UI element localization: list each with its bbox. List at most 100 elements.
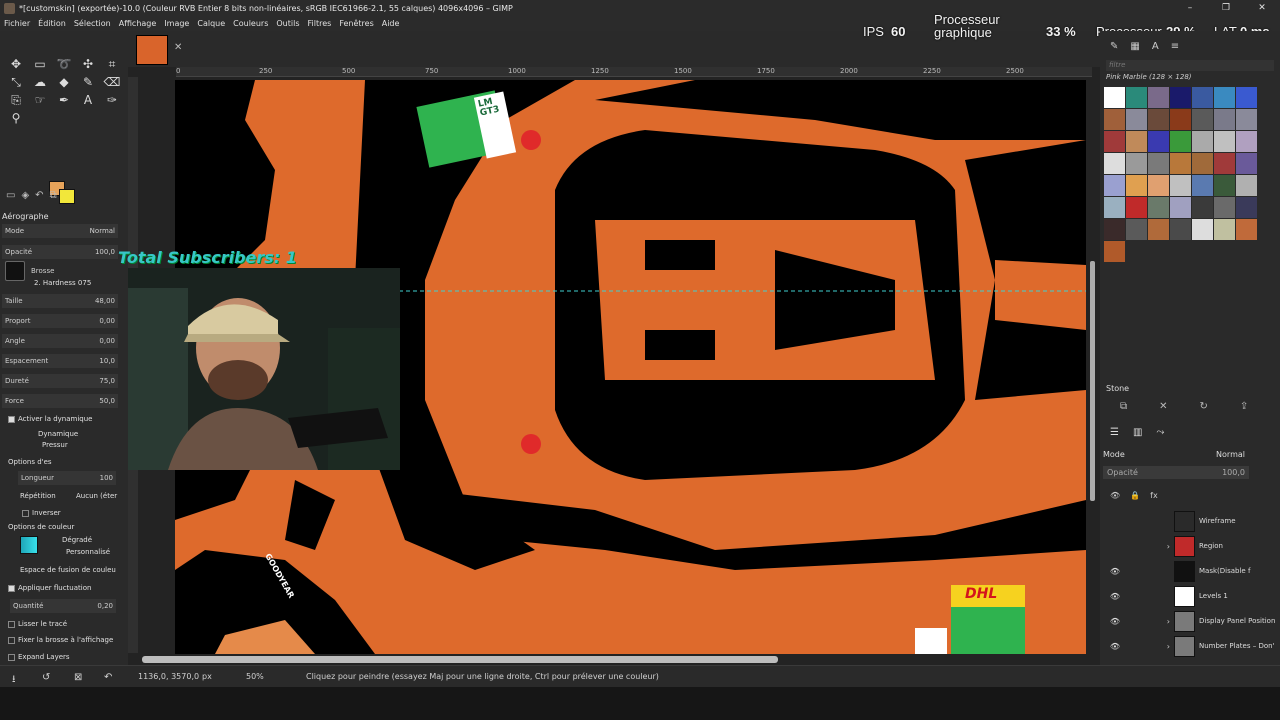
paths-icon[interactable]: ✒ xyxy=(52,91,76,109)
angle-slider[interactable]: Angle 0,00 xyxy=(2,334,118,348)
move-tool-icon[interactable]: ✥ xyxy=(4,55,28,73)
expand-layers-checkbox[interactable]: Expand Layers xyxy=(8,653,70,661)
force-slider[interactable]: Force 50,0 xyxy=(2,394,118,408)
pattern-swatch[interactable] xyxy=(1104,109,1125,130)
menu-filtres[interactable]: Filtres xyxy=(304,19,336,28)
pattern-swatch[interactable] xyxy=(1104,131,1125,152)
pattern-swatch[interactable] xyxy=(1192,131,1213,152)
delete-options-icon[interactable]: ⊠ xyxy=(74,672,82,683)
dynamics-options-expander[interactable]: Options d'es xyxy=(8,458,52,466)
fuzzy-select-icon[interactable]: ✣ xyxy=(76,55,100,73)
pattern-swatch[interactable] xyxy=(1192,109,1213,130)
pattern-swatch[interactable] xyxy=(1126,109,1147,130)
pattern-swatch[interactable] xyxy=(1126,175,1147,196)
patterns-tab-icon[interactable]: ▦ xyxy=(1130,41,1139,52)
pattern-swatch[interactable] xyxy=(1236,219,1257,240)
pattern-swatch[interactable] xyxy=(1104,87,1125,108)
pattern-swatch[interactable] xyxy=(1214,219,1235,240)
zoom-tool-icon[interactable]: ⚲ xyxy=(4,109,28,127)
pattern-swatch[interactable] xyxy=(1170,219,1191,240)
layer-row[interactable]: 👁 › Display Panel Position xyxy=(1100,609,1280,633)
layer-row[interactable]: Wireframe xyxy=(1100,509,1280,533)
pattern-swatch[interactable] xyxy=(1170,109,1191,130)
pattern-swatch[interactable] xyxy=(1148,87,1169,108)
hardness-slider[interactable]: Dureté 75,0 xyxy=(2,374,118,388)
pattern-swatch[interactable] xyxy=(1170,175,1191,196)
menu-fichier[interactable]: Fichier xyxy=(0,19,34,28)
lock-brush-checkbox[interactable]: Fixer la brosse à l'affichage xyxy=(8,636,113,644)
menu-fenetres[interactable]: Fenêtres xyxy=(335,19,377,28)
visibility-header-icon[interactable]: 👁 xyxy=(1110,491,1120,500)
menu-selection[interactable]: Sélection xyxy=(70,19,115,28)
close-image-tab-icon[interactable]: ✕ xyxy=(174,42,182,53)
pattern-swatch[interactable] xyxy=(1170,87,1191,108)
pattern-swatch[interactable] xyxy=(1214,109,1235,130)
opacity-slider[interactable]: Opacité 100,0 xyxy=(2,245,118,259)
pattern-swatch[interactable] xyxy=(1126,87,1147,108)
layer-visibility-icon[interactable]: 👁 xyxy=(1108,642,1122,651)
jitter-amount-slider[interactable]: Quantité 0,20 xyxy=(10,599,116,613)
tool-options-tab-icon[interactable]: ▭ xyxy=(6,190,15,206)
pattern-swatch[interactable] xyxy=(1192,175,1213,196)
layers-tab-icon[interactable]: ☰ xyxy=(1110,427,1119,438)
menu-edition[interactable]: Édition xyxy=(34,19,70,28)
gradient-value[interactable]: Personnalisé xyxy=(66,548,110,556)
clone-icon[interactable]: ⎘ xyxy=(4,91,28,109)
eraser-icon[interactable]: ⌫ xyxy=(100,73,124,91)
menu-couleurs[interactable]: Couleurs xyxy=(229,19,272,28)
pattern-swatch[interactable] xyxy=(1104,153,1125,174)
invert-checkbox[interactable]: Inverser xyxy=(22,509,61,517)
smudge-icon[interactable]: ☞ xyxy=(28,91,52,109)
menu-calque[interactable]: Calque xyxy=(193,19,229,28)
spacing-slider[interactable]: Espacement 10,0 xyxy=(2,354,118,368)
blend-space-select[interactable]: Espace de fusion de couleu xyxy=(20,566,116,574)
pattern-swatch[interactable] xyxy=(1104,175,1125,196)
align-icon[interactable]: ⤡ xyxy=(4,73,28,91)
pattern-swatch[interactable] xyxy=(1236,153,1257,174)
layer-opacity-slider[interactable]: Opacité 100,0 xyxy=(1103,466,1249,479)
pattern-swatch[interactable] xyxy=(1148,197,1169,218)
size-slider[interactable]: Taille 48,00 xyxy=(2,294,118,308)
edit-brush-icon[interactable]: ⧉ xyxy=(1120,401,1127,412)
pattern-swatch[interactable] xyxy=(1236,131,1257,152)
layer-visibility-icon[interactable]: 👁 xyxy=(1108,567,1122,576)
bucket-fill-icon[interactable]: ◆ xyxy=(52,73,76,91)
pattern-swatch[interactable] xyxy=(1148,175,1169,196)
pattern-swatch[interactable] xyxy=(1104,197,1125,218)
dynamics-checkbox[interactable]: Activer la dynamique xyxy=(8,415,92,423)
dynamics-value[interactable]: Pressur xyxy=(42,441,68,449)
brush-select[interactable]: Brosse xyxy=(2,261,118,281)
pattern-swatch[interactable] xyxy=(1126,219,1147,240)
delete-brush-icon[interactable]: ✕ xyxy=(1159,401,1167,412)
text-tool-icon[interactable]: A xyxy=(76,91,100,109)
menu-image[interactable]: Image xyxy=(160,19,193,28)
paths-tab-icon[interactable]: ⤳ xyxy=(1156,427,1164,438)
pattern-swatch[interactable] xyxy=(1192,87,1213,108)
pattern-swatch[interactable] xyxy=(1148,153,1169,174)
pattern-swatch[interactable] xyxy=(1192,197,1213,218)
minimize-button[interactable]: – xyxy=(1172,0,1208,16)
pattern-swatch[interactable] xyxy=(1126,131,1147,152)
pattern-swatch[interactable] xyxy=(1104,241,1125,262)
mode-select[interactable]: Mode Normal xyxy=(2,224,118,238)
layer-visibility-icon[interactable]: 👁 xyxy=(1108,617,1122,626)
pattern-swatch[interactable] xyxy=(1214,153,1235,174)
images-tab-icon[interactable]: ⧉ xyxy=(50,190,57,206)
rect-select-icon[interactable]: ▭ xyxy=(28,55,52,73)
aspect-ratio-slider[interactable]: Proport 0,00 xyxy=(2,314,118,328)
gradients-tab-icon[interactable]: ≡ xyxy=(1171,41,1179,52)
pattern-swatch[interactable] xyxy=(1214,87,1235,108)
pattern-swatch[interactable] xyxy=(1148,219,1169,240)
device-status-tab-icon[interactable]: ◈ xyxy=(21,190,29,206)
color-picker-icon[interactable]: ✑ xyxy=(100,91,124,109)
layer-row[interactable]: › Region xyxy=(1100,534,1280,558)
repeat-select[interactable]: Aucun (éter xyxy=(76,492,117,500)
menu-affichage[interactable]: Affichage xyxy=(115,19,161,28)
maximize-button[interactable]: ❐ xyxy=(1208,0,1244,16)
crop-icon[interactable]: ⌗ xyxy=(100,55,124,73)
pattern-swatch[interactable] xyxy=(1104,219,1125,240)
layer-row[interactable]: 👁 › Number Plates – Don' xyxy=(1100,634,1280,658)
pattern-swatch[interactable] xyxy=(1126,197,1147,218)
menu-outils[interactable]: Outils xyxy=(272,19,303,28)
layer-mode-select[interactable]: Mode Normal xyxy=(1103,448,1275,461)
